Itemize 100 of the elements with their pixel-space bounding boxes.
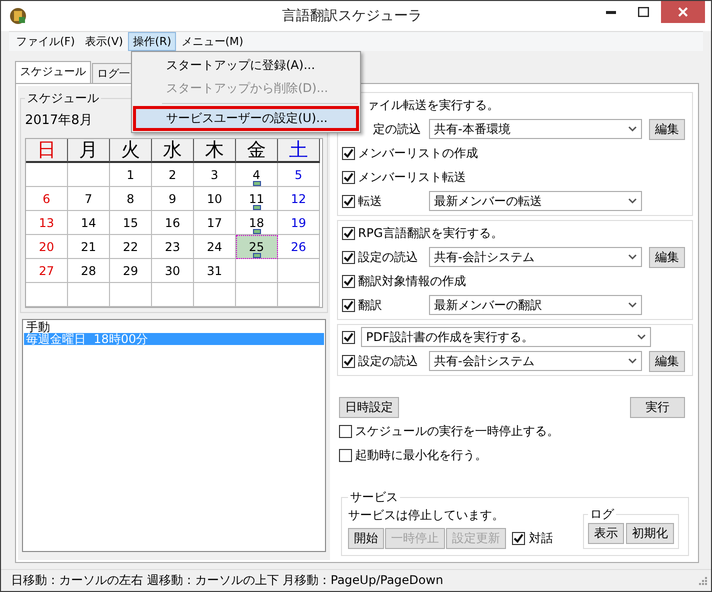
- dropdown[interactable]: 共有-会計システム: [429, 351, 642, 371]
- day-number: 25: [248, 240, 264, 254]
- edit-button[interactable]: 編集: [649, 118, 685, 140]
- dropdown[interactable]: 最新メンバーの翻訳: [429, 295, 642, 315]
- month-label: 2017年8月: [25, 112, 92, 129]
- weekday-header: 金: [236, 139, 278, 163]
- day-cell[interactable]: 30: [152, 259, 194, 283]
- day-cell[interactable]: 18: [236, 211, 278, 235]
- menu-item[interactable]: ファイル(F): [11, 32, 80, 51]
- day-cell[interactable]: 2: [152, 163, 194, 187]
- day-cell[interactable]: 26: [278, 235, 320, 259]
- day-cell[interactable]: 14: [68, 211, 110, 235]
- checkbox[interactable]: [342, 194, 355, 208]
- tab[interactable]: スケジュール: [15, 61, 91, 83]
- menu-entry[interactable]: サービスユーザーの設定(U)...: [134, 107, 358, 130]
- list-item[interactable]: 手動: [24, 321, 324, 333]
- day-cell[interactable]: 16: [152, 211, 194, 235]
- day-cell[interactable]: 1: [110, 163, 152, 187]
- close-icon: [678, 7, 688, 17]
- day-cell[interactable]: 9: [152, 187, 194, 211]
- checkbox[interactable]: [342, 226, 355, 240]
- day-cell[interactable]: 17: [194, 211, 236, 235]
- day-number: 18: [248, 216, 264, 230]
- day-cell[interactable]: 12: [278, 187, 320, 211]
- day-cell[interactable]: 24: [194, 235, 236, 259]
- day-cell[interactable]: 10: [194, 187, 236, 211]
- day-number: 17: [206, 216, 222, 230]
- day-number: 23: [164, 240, 180, 254]
- menu-item[interactable]: 操作(R): [128, 32, 176, 51]
- checkbox[interactable]: [342, 330, 355, 344]
- day-number: 26: [290, 240, 306, 254]
- day-cell[interactable]: 28: [68, 259, 110, 283]
- day-cell[interactable]: 15: [110, 211, 152, 235]
- menu-item[interactable]: 表示(V): [80, 32, 128, 51]
- close-button[interactable]: [661, 1, 705, 23]
- checkbox[interactable]: [342, 170, 355, 184]
- day-cell[interactable]: 3: [194, 163, 236, 187]
- group-title: ログ: [589, 506, 616, 523]
- day-cell[interactable]: 23: [152, 235, 194, 259]
- app-icon: [9, 7, 27, 25]
- menu-entry[interactable]: スタートアップに登録(A)...: [134, 54, 358, 77]
- checkbox[interactable]: [342, 354, 355, 368]
- day-number: 15: [122, 216, 138, 230]
- chevron-down-icon: [628, 358, 637, 364]
- chevron-down-icon: [628, 254, 637, 260]
- checkbox[interactable]: [339, 448, 352, 462]
- day-cell[interactable]: 27: [26, 259, 68, 283]
- group-title: サービス: [349, 489, 399, 506]
- day-number: 27: [38, 264, 54, 278]
- dropdown[interactable]: 共有-本番環境: [429, 119, 642, 139]
- dropdown[interactable]: PDF設計書の作成を実行する。: [361, 327, 651, 347]
- day-cell[interactable]: 25: [236, 235, 278, 259]
- checkbox-label: 転送: [358, 192, 383, 210]
- day-cell[interactable]: 4: [236, 163, 278, 187]
- day-number: 6: [42, 192, 50, 206]
- chevron-down-icon: [637, 334, 646, 340]
- day-cell[interactable]: 20: [26, 235, 68, 259]
- day-cell[interactable]: 11: [236, 187, 278, 211]
- day-cell[interactable]: 6: [26, 187, 68, 211]
- day-cell[interactable]: 8: [110, 187, 152, 211]
- service-status: サービスは停止しています。: [348, 507, 505, 524]
- day-number: 22: [122, 240, 138, 254]
- dropdown[interactable]: 共有-会計システム: [429, 247, 642, 267]
- weekday-header: 火: [110, 139, 152, 163]
- group-title: ァイル転送を実行する。: [367, 96, 499, 114]
- menu-item[interactable]: メニュー(M): [176, 32, 248, 51]
- day-cell[interactable]: 5: [278, 163, 320, 187]
- checkbox[interactable]: [342, 146, 355, 160]
- day-cell[interactable]: 13: [26, 211, 68, 235]
- edit-button[interactable]: 編集: [649, 246, 685, 268]
- dropdown[interactable]: 最新メンバーの転送: [429, 191, 642, 211]
- service-button[interactable]: 開始: [348, 528, 384, 549]
- edit-button[interactable]: 編集: [649, 350, 685, 372]
- maximize-icon: [638, 7, 648, 17]
- group-title: スケジュール: [26, 90, 100, 107]
- day-number: 9: [168, 192, 176, 206]
- checkbox-label: 翻訳: [358, 296, 383, 314]
- run-button[interactable]: 実行: [630, 396, 685, 418]
- day-number: 1: [126, 168, 134, 182]
- resize-grip-icon: [698, 576, 707, 585]
- day-number: 31: [206, 264, 222, 278]
- day-cell[interactable]: 21: [68, 235, 110, 259]
- checkbox[interactable]: [339, 424, 352, 438]
- day-cell[interactable]: 19: [278, 211, 320, 235]
- log-button[interactable]: 表示: [588, 523, 624, 544]
- day-cell[interactable]: 7: [68, 187, 110, 211]
- day-number: 30: [164, 264, 180, 278]
- day-number: 14: [80, 216, 96, 230]
- day-cell[interactable]: 31: [194, 259, 236, 283]
- checkbox-label: 設定の読込: [358, 352, 419, 370]
- day-number: 20: [38, 240, 54, 254]
- day-cell[interactable]: 22: [110, 235, 152, 259]
- day-cell[interactable]: 29: [110, 259, 152, 283]
- checkbox[interactable]: [342, 274, 355, 288]
- log-button[interactable]: 初期化: [626, 523, 674, 544]
- checkbox[interactable]: [342, 250, 355, 264]
- datetime-button[interactable]: 日時設定: [339, 396, 399, 418]
- weekday-header: 木: [194, 139, 236, 163]
- checkbox[interactable]: [342, 298, 355, 312]
- checkbox[interactable]: [512, 532, 525, 545]
